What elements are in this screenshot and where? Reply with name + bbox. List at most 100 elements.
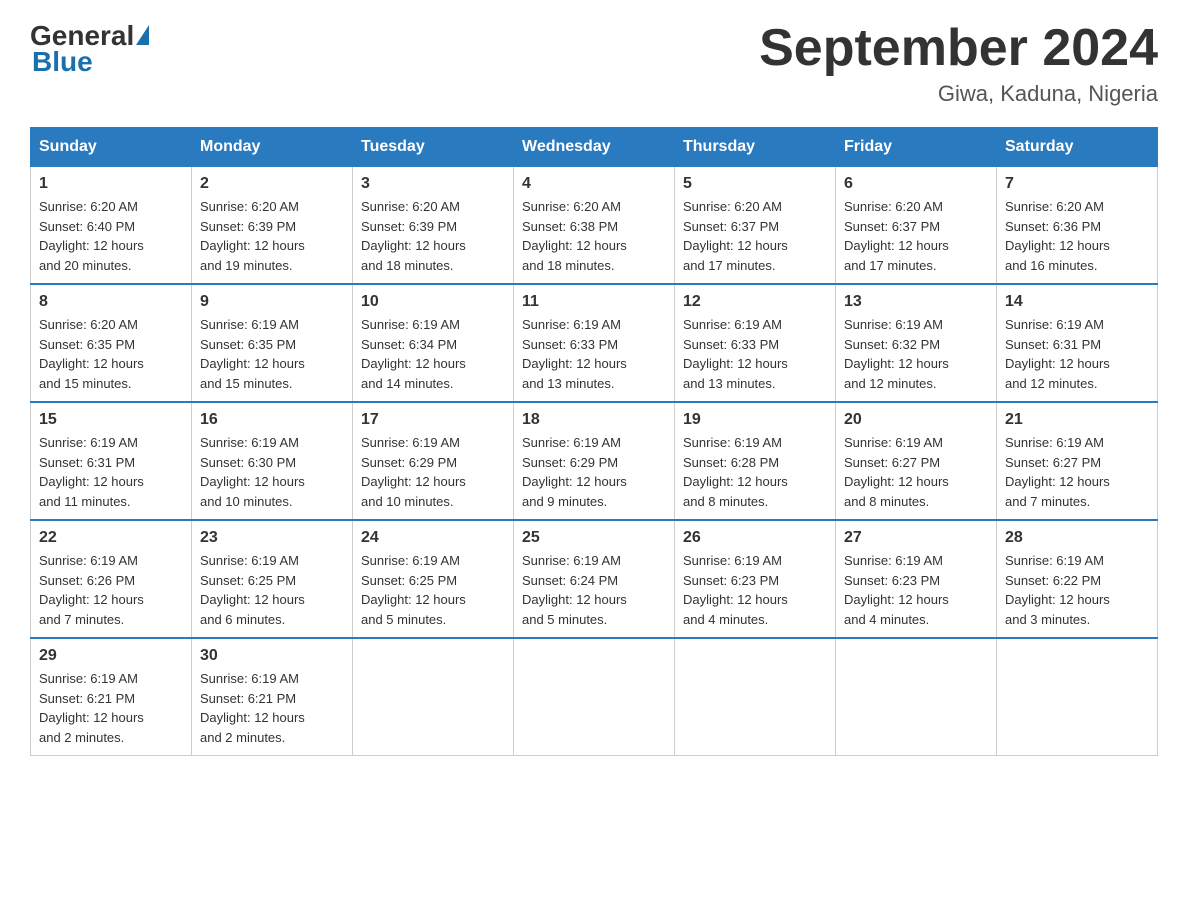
day-number: 14: [1005, 293, 1149, 311]
day-number: 10: [361, 293, 505, 311]
day-number: 17: [361, 411, 505, 429]
calendar-cell: 10 Sunrise: 6:19 AMSunset: 6:34 PMDayligh…: [353, 284, 514, 402]
day-number: 27: [844, 529, 988, 547]
calendar-cell: 6Sunrise: 6:20 AMSunset: 6:37 PMDaylight…: [836, 167, 997, 285]
day-number: 5: [683, 175, 827, 193]
day-info: Sunrise: 6:19 AMSunset: 6:21 PMDaylight:…: [39, 669, 183, 747]
weekday-header-wednesday: Wednesday: [514, 128, 675, 167]
calendar-cell: 2 Sunrise: 6:20 AMSunset: 6:39 PMDaylight…: [192, 167, 353, 285]
week-row-5: 29 Sunrise: 6:19 AMSunset: 6:21 PMDayligh…: [31, 638, 1158, 756]
day-number: 29: [39, 647, 183, 665]
calendar-subtitle: Giwa, Kaduna, Nigeria: [759, 81, 1158, 107]
day-number: 21: [1005, 411, 1149, 429]
week-row-3: 15 Sunrise: 6:19 AMSunset: 6:31 PMDayligh…: [31, 402, 1158, 520]
calendar-cell: [514, 638, 675, 756]
calendar-cell: 20 Sunrise: 6:19 AMSunset: 6:27 PMDayligh…: [836, 402, 997, 520]
calendar-cell: 30 Sunrise: 6:19 AMSunset: 6:21 PMDayligh…: [192, 638, 353, 756]
calendar-cell: 1Sunrise: 6:20 AMSunset: 6:40 PMDaylight…: [31, 167, 192, 285]
logo: General Blue: [30, 20, 149, 78]
calendar-cell: 29 Sunrise: 6:19 AMSunset: 6:21 PMDayligh…: [31, 638, 192, 756]
weekday-header-tuesday: Tuesday: [353, 128, 514, 167]
calendar-cell: 18 Sunrise: 6:19 AMSunset: 6:29 PMDayligh…: [514, 402, 675, 520]
day-info: Sunrise: 6:19 AMSunset: 6:30 PMDaylight:…: [200, 433, 344, 511]
day-number: 26: [683, 529, 827, 547]
day-number: 18: [522, 411, 666, 429]
calendar-cell: 21 Sunrise: 6:19 AMSunset: 6:27 PMDayligh…: [997, 402, 1158, 520]
day-info: Sunrise: 6:19 AMSunset: 6:23 PMDaylight:…: [844, 551, 988, 629]
day-info: Sunrise: 6:19 AMSunset: 6:35 PMDaylight:…: [200, 315, 344, 393]
weekday-header-saturday: Saturday: [997, 128, 1158, 167]
calendar-cell: 13 Sunrise: 6:19 AMSunset: 6:32 PMDayligh…: [836, 284, 997, 402]
day-number: 16: [200, 411, 344, 429]
calendar-cell: 22Sunrise: 6:19 AMSunset: 6:26 PMDayligh…: [31, 520, 192, 638]
calendar-cell: 28 Sunrise: 6:19 AMSunset: 6:22 PMDayligh…: [997, 520, 1158, 638]
day-number: 2: [200, 175, 344, 193]
calendar-title: September 2024: [759, 20, 1158, 77]
day-number: 22: [39, 529, 183, 547]
day-info: Sunrise: 6:19 AMSunset: 6:34 PMDaylight:…: [361, 315, 505, 393]
day-info: Sunrise: 6:19 AMSunset: 6:33 PMDaylight:…: [683, 315, 827, 393]
day-info: Sunrise: 6:19 AMSunset: 6:28 PMDaylight:…: [683, 433, 827, 511]
day-info: Sunrise: 6:20 AMSunset: 6:39 PMDaylight:…: [200, 197, 344, 275]
day-info: Sunrise: 6:19 AMSunset: 6:31 PMDaylight:…: [39, 433, 183, 511]
week-row-1: 1Sunrise: 6:20 AMSunset: 6:40 PMDaylight…: [31, 167, 1158, 285]
calendar-cell: 11Sunrise: 6:19 AMSunset: 6:33 PMDayligh…: [514, 284, 675, 402]
day-info: Sunrise: 6:19 AMSunset: 6:27 PMDaylight:…: [1005, 433, 1149, 511]
calendar-cell: 27 Sunrise: 6:19 AMSunset: 6:23 PMDayligh…: [836, 520, 997, 638]
logo-text-blue: Blue: [32, 46, 93, 78]
day-number: 11: [522, 293, 666, 311]
calendar-cell: [353, 638, 514, 756]
calendar-cell: 17 Sunrise: 6:19 AMSunset: 6:29 PMDayligh…: [353, 402, 514, 520]
logo-triangle-icon: [136, 25, 149, 45]
day-number: 4: [522, 175, 666, 193]
weekday-header-sunday: Sunday: [31, 128, 192, 167]
day-info: Sunrise: 6:19 AMSunset: 6:29 PMDaylight:…: [361, 433, 505, 511]
calendar-cell: [836, 638, 997, 756]
calendar-cell: 8 Sunrise: 6:20 AMSunset: 6:35 PMDaylight…: [31, 284, 192, 402]
day-number: 23: [200, 529, 344, 547]
calendar-cell: 24Sunrise: 6:19 AMSunset: 6:25 PMDayligh…: [353, 520, 514, 638]
day-info: Sunrise: 6:19 AMSunset: 6:29 PMDaylight:…: [522, 433, 666, 511]
day-info: Sunrise: 6:19 AMSunset: 6:21 PMDaylight:…: [200, 669, 344, 747]
calendar-cell: 14Sunrise: 6:19 AMSunset: 6:31 PMDayligh…: [997, 284, 1158, 402]
day-number: 6: [844, 175, 988, 193]
title-section: September 2024 Giwa, Kaduna, Nigeria: [759, 20, 1158, 107]
calendar-cell: 16 Sunrise: 6:19 AMSunset: 6:30 PMDayligh…: [192, 402, 353, 520]
day-info: Sunrise: 6:20 AMSunset: 6:39 PMDaylight:…: [361, 197, 505, 275]
calendar-cell: 4Sunrise: 6:20 AMSunset: 6:38 PMDaylight…: [514, 167, 675, 285]
day-number: 24: [361, 529, 505, 547]
day-number: 7: [1005, 175, 1149, 193]
day-info: Sunrise: 6:20 AMSunset: 6:40 PMDaylight:…: [39, 197, 183, 275]
calendar-cell: 7 Sunrise: 6:20 AMSunset: 6:36 PMDaylight…: [997, 167, 1158, 285]
weekday-header-row: SundayMondayTuesdayWednesdayThursdayFrid…: [31, 128, 1158, 167]
weekday-header-friday: Friday: [836, 128, 997, 167]
day-info: Sunrise: 6:19 AMSunset: 6:23 PMDaylight:…: [683, 551, 827, 629]
day-info: Sunrise: 6:20 AMSunset: 6:35 PMDaylight:…: [39, 315, 183, 393]
weekday-header-thursday: Thursday: [675, 128, 836, 167]
day-info: Sunrise: 6:19 AMSunset: 6:24 PMDaylight:…: [522, 551, 666, 629]
day-number: 12: [683, 293, 827, 311]
page-header: General Blue September 2024 Giwa, Kaduna…: [30, 20, 1158, 107]
day-number: 8: [39, 293, 183, 311]
week-row-2: 8 Sunrise: 6:20 AMSunset: 6:35 PMDaylight…: [31, 284, 1158, 402]
day-number: 20: [844, 411, 988, 429]
day-info: Sunrise: 6:19 AMSunset: 6:27 PMDaylight:…: [844, 433, 988, 511]
day-number: 28: [1005, 529, 1149, 547]
calendar-cell: 23 Sunrise: 6:19 AMSunset: 6:25 PMDayligh…: [192, 520, 353, 638]
day-info: Sunrise: 6:19 AMSunset: 6:22 PMDaylight:…: [1005, 551, 1149, 629]
day-number: 15: [39, 411, 183, 429]
calendar-cell: 26 Sunrise: 6:19 AMSunset: 6:23 PMDayligh…: [675, 520, 836, 638]
calendar-cell: 5Sunrise: 6:20 AMSunset: 6:37 PMDaylight…: [675, 167, 836, 285]
day-number: 25: [522, 529, 666, 547]
day-number: 19: [683, 411, 827, 429]
day-number: 30: [200, 647, 344, 665]
day-info: Sunrise: 6:19 AMSunset: 6:32 PMDaylight:…: [844, 315, 988, 393]
day-number: 13: [844, 293, 988, 311]
calendar-table: SundayMondayTuesdayWednesdayThursdayFrid…: [30, 127, 1158, 756]
calendar-cell: 9Sunrise: 6:19 AMSunset: 6:35 PMDaylight…: [192, 284, 353, 402]
week-row-4: 22Sunrise: 6:19 AMSunset: 6:26 PMDayligh…: [31, 520, 1158, 638]
day-info: Sunrise: 6:19 AMSunset: 6:25 PMDaylight:…: [200, 551, 344, 629]
calendar-cell: [997, 638, 1158, 756]
day-info: Sunrise: 6:20 AMSunset: 6:36 PMDaylight:…: [1005, 197, 1149, 275]
weekday-header-monday: Monday: [192, 128, 353, 167]
